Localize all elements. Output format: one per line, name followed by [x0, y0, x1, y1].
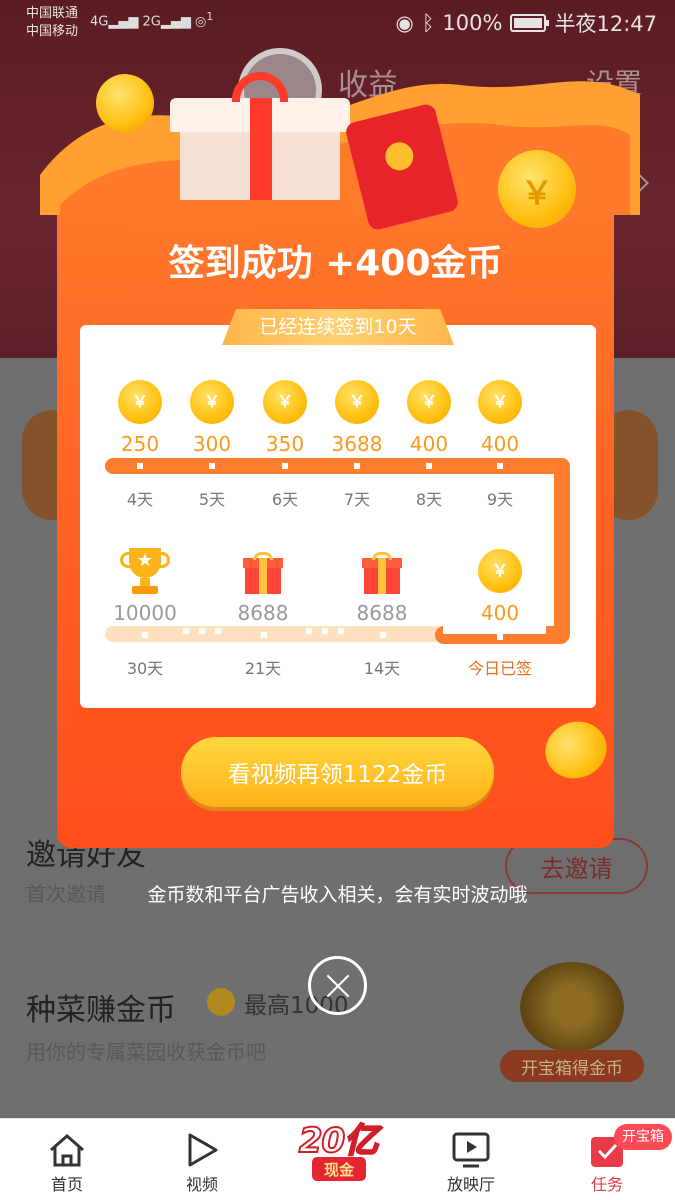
day-amount: 8688 — [356, 601, 408, 625]
day-amount: 400 — [409, 432, 449, 456]
veg-subtitle: 用你的专属菜园收获金币吧 — [26, 1040, 266, 1064]
track-dot — [306, 628, 312, 634]
track-dot — [142, 632, 148, 638]
gift-box-icon — [170, 72, 350, 200]
nav-video-label: 视频 — [185, 1175, 218, 1194]
progress-track-inner — [546, 474, 554, 628]
day-label-today: 今日已签 — [467, 659, 532, 678]
nav-cinema[interactable]: 放映厅 — [426, 1129, 516, 1195]
signal-icon: 4G▂▄▆ 2G▂▄▆ ◎1 — [90, 10, 214, 30]
home-icon — [22, 1129, 112, 1171]
streak-text: 已经连续签到10天 — [259, 316, 417, 338]
wifi-sup: 1 — [206, 10, 214, 23]
day-label: 6天 — [271, 490, 299, 509]
progress-track-inner — [443, 626, 546, 634]
day-label: 5天 — [198, 490, 226, 509]
day-amount: 350 — [265, 432, 305, 456]
day-amount: 3688 — [331, 432, 383, 456]
nav-task-label: 任务 — [590, 1175, 623, 1194]
status-right: ◉ ᛒ 100% 半夜12:47 — [395, 8, 657, 38]
track-dot — [183, 628, 189, 634]
watch-video-button[interactable]: 看视频再领1122金币 — [181, 737, 494, 807]
day-label: 4天 — [126, 490, 154, 509]
gift-icon — [362, 552, 402, 594]
nav-cinema-label: 放映厅 — [446, 1175, 495, 1194]
coin-icon — [96, 74, 154, 132]
treasure-chest[interactable]: 开宝箱得金币 — [500, 962, 644, 1082]
day-label: 8天 — [415, 490, 443, 509]
day-amount: 300 — [192, 432, 232, 456]
day-label: 9天 — [486, 490, 514, 509]
coin-icon: ￥ — [498, 150, 576, 228]
day-amount: 400 — [480, 601, 520, 625]
battery-icon — [510, 14, 550, 32]
nav-cash-promo[interactable]: 20亿 现金 — [288, 1113, 388, 1193]
day-amount: 10000 — [113, 601, 177, 625]
disclaimer-text: 金币数和平台广告收入相关，会有实时波动哦 — [147, 884, 528, 906]
day-label: 7天 — [343, 490, 371, 509]
track-dot — [380, 632, 386, 638]
day-amount: 400 — [480, 432, 520, 456]
trophy-icon: ★ — [120, 548, 170, 596]
eye-icon: ◉ — [395, 11, 414, 35]
streak-banner: 已经连续签到10天 — [222, 309, 454, 345]
coin-icon: ￥ — [478, 549, 522, 593]
day-label: 21天 — [244, 659, 282, 678]
close-button[interactable] — [308, 956, 367, 1015]
track-dot — [261, 632, 267, 638]
coin-icon: ￥ — [335, 380, 379, 424]
day-amount: 8688 — [237, 601, 289, 625]
day-amount: 250 — [120, 432, 160, 456]
status-bar: 中国联通 中国移动 4G▂▄▆ 2G▂▄▆ ◎1 ◉ ᛒ 100% 半夜12:4… — [0, 0, 675, 46]
carrier-1: 中国联通 — [26, 6, 79, 21]
coin-icon: ￥ — [478, 380, 522, 424]
coin-icon: ￥ — [190, 380, 234, 424]
track-dot — [338, 628, 344, 634]
track-dot — [209, 463, 215, 469]
nav-home[interactable]: 首页 — [22, 1129, 112, 1195]
day-label: 30天 — [126, 659, 164, 678]
signal-1-label: 4G — [90, 14, 109, 30]
treasure-badge[interactable]: 开宝箱 — [614, 1124, 672, 1150]
nav-video[interactable]: 视频 — [157, 1129, 247, 1195]
carrier-2: 中国移动 — [26, 24, 79, 39]
chest-label: 开宝箱得金币 — [500, 1050, 644, 1082]
track-dot — [215, 628, 221, 634]
day-label: 14天 — [363, 659, 401, 678]
coin-icon: ￥ — [118, 380, 162, 424]
battery-percent: 100% — [442, 11, 503, 35]
veg-title: 种菜赚金币 — [26, 993, 176, 1028]
track-dot — [497, 634, 503, 640]
coin-icon: ￥ — [407, 380, 451, 424]
tv-play-icon — [426, 1129, 516, 1171]
coin-icon: ￥ — [263, 380, 307, 424]
play-icon — [157, 1129, 247, 1171]
cash-promo-amount: 20亿 — [298, 1120, 379, 1162]
cash-promo-label: 现金 — [312, 1157, 366, 1181]
gift-icon — [243, 552, 283, 594]
popup-title: 签到成功 +400金币 — [168, 243, 503, 284]
carrier-names: 中国联通 中国移动 — [26, 5, 78, 41]
track-dot — [137, 463, 143, 469]
signal-2-label: 2G — [142, 14, 161, 30]
nav-home-label: 首页 — [50, 1175, 83, 1194]
track-dot — [322, 628, 328, 634]
track-dot — [354, 463, 360, 469]
bluetooth-icon: ᛒ — [421, 11, 435, 35]
bottom-nav: 首页 视频 20亿 现金 放映厅 任务 — [0, 1118, 675, 1200]
track-dot — [199, 628, 205, 634]
chest-icon — [520, 962, 624, 1052]
track-dot — [426, 463, 432, 469]
coin-symbol: ￥ — [520, 174, 553, 212]
track-dot — [282, 463, 288, 469]
clock: 半夜12:47 — [554, 12, 657, 36]
track-dot — [497, 463, 503, 469]
coin-icon — [207, 988, 235, 1016]
progress-track-future — [105, 626, 445, 642]
